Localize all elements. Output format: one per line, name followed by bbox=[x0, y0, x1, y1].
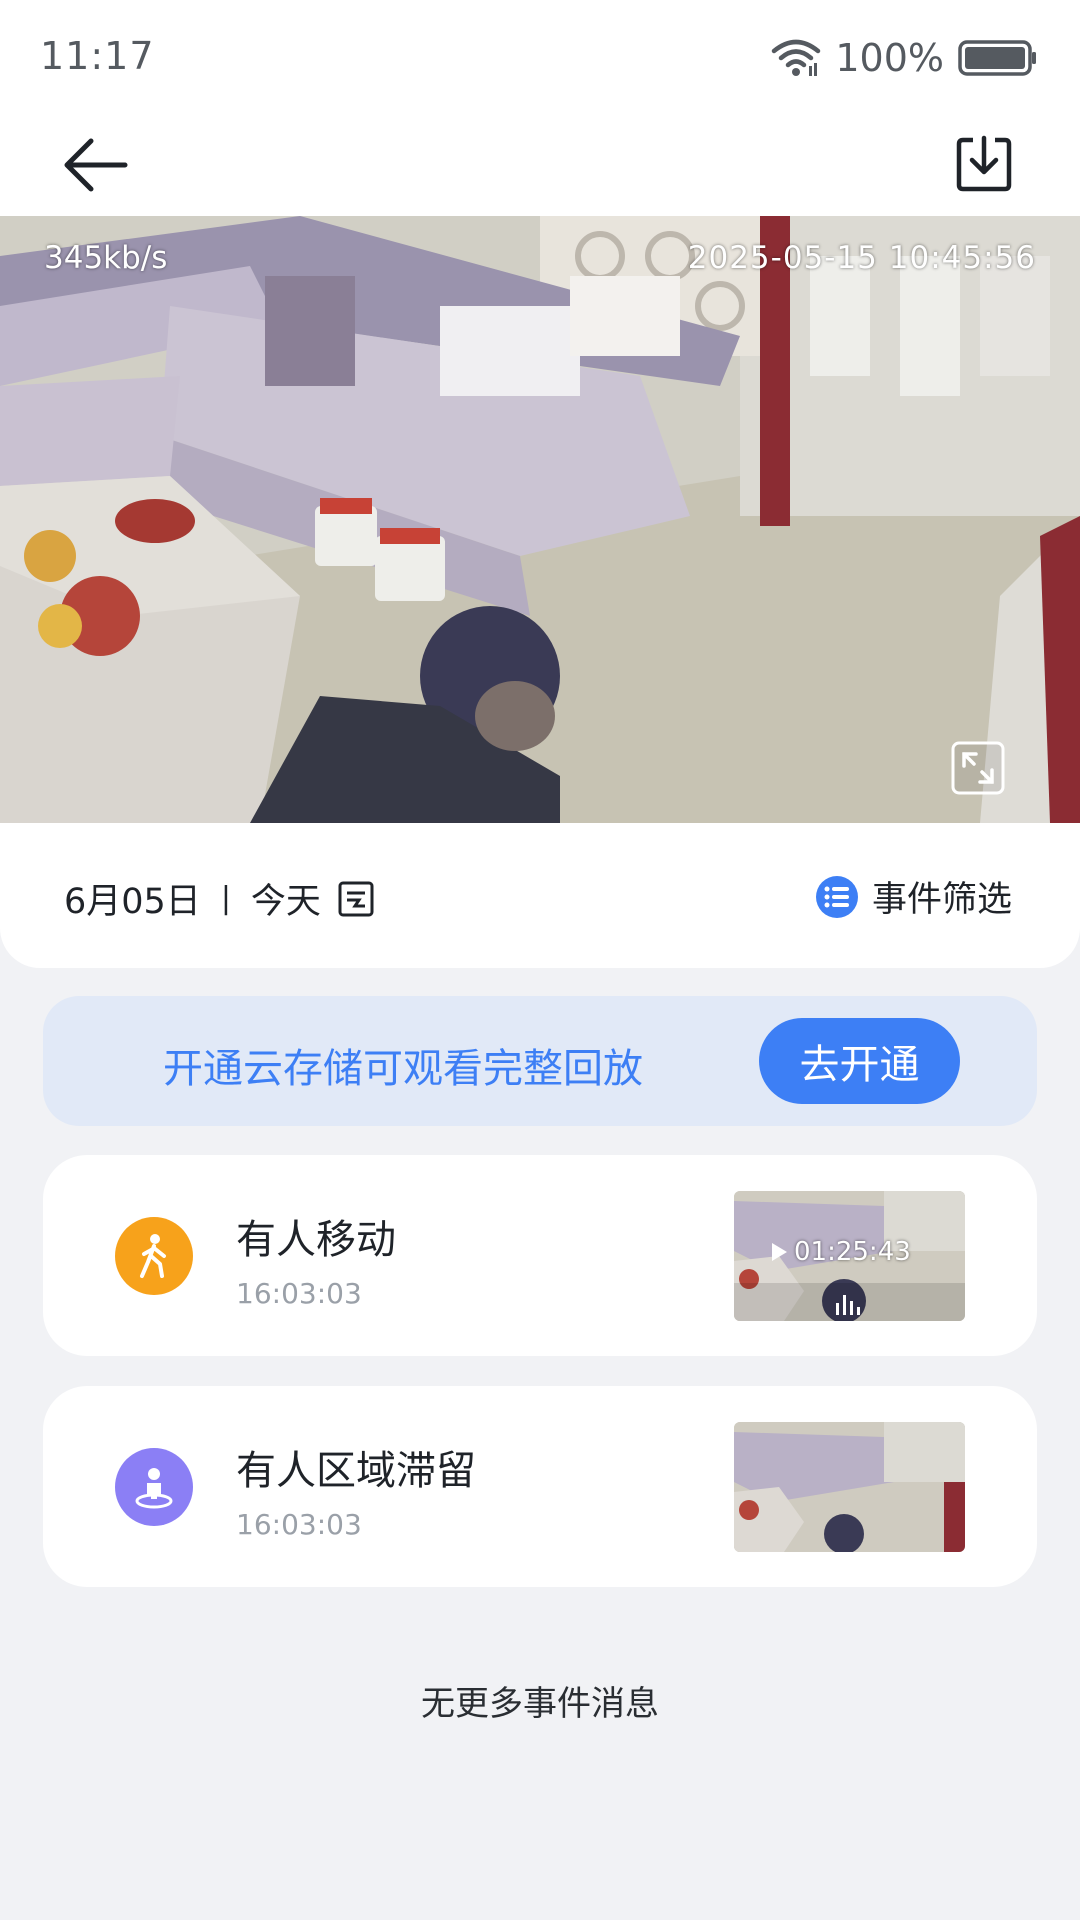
play-icon bbox=[772, 1243, 787, 1261]
event-card[interactable]: 有人移动 16:03:03 01:25:43 bbox=[43, 1155, 1037, 1356]
day-label: 今天 bbox=[250, 882, 321, 922]
wifi-icon bbox=[772, 39, 821, 76]
camera-scene-image bbox=[0, 216, 1080, 823]
event-card[interactable]: 有人区域滞留 16:03:03 bbox=[43, 1386, 1037, 1587]
event-thumbnail[interactable] bbox=[734, 1422, 965, 1552]
event-filter-button[interactable]: 事件筛选 bbox=[815, 871, 1012, 922]
status-bar: 11:17 100% bbox=[0, 0, 1080, 118]
date-label: 6月05日 bbox=[64, 882, 201, 922]
video-timestamp: 2025-05-15 10:45:56 bbox=[687, 240, 1036, 276]
event-thumbnail[interactable]: 01:25:43 bbox=[734, 1191, 965, 1321]
date-separator: | bbox=[220, 881, 231, 916]
list-filter-icon bbox=[815, 875, 858, 918]
date-bar: 6月05日 | 今天 事件筛选 bbox=[0, 823, 1080, 968]
walking-person-icon bbox=[115, 1217, 193, 1295]
live-video-player[interactable]: 345kb/s 2025-05-15 10:45:56 bbox=[0, 216, 1080, 823]
thumbnail-scene-image bbox=[734, 1422, 965, 1552]
event-title: 有人区域滞留 bbox=[236, 1448, 476, 1494]
date-selector[interactable]: 6月05日 | 今天 bbox=[64, 873, 375, 924]
back-arrow-icon bbox=[64, 138, 128, 192]
battery-percentage: 100% bbox=[835, 36, 944, 80]
event-time: 16:03:03 bbox=[236, 1508, 362, 1541]
event-filter-label: 事件筛选 bbox=[871, 880, 1012, 920]
audio-bars-icon bbox=[836, 1295, 860, 1315]
cloud-storage-message: 开通云存储可观看完整回放 bbox=[163, 1046, 643, 1092]
nav-bar bbox=[0, 118, 1080, 216]
cloud-storage-banner: 开通云存储可观看完整回放 去开通 bbox=[43, 996, 1037, 1126]
event-title: 有人移动 bbox=[236, 1217, 396, 1263]
event-time: 16:03:03 bbox=[236, 1277, 362, 1310]
download-button[interactable] bbox=[950, 130, 1018, 198]
activate-cloud-button[interactable]: 去开通 bbox=[759, 1018, 960, 1104]
person-in-zone-icon bbox=[115, 1448, 193, 1526]
battery-icon bbox=[958, 40, 1036, 76]
status-right: 100% bbox=[771, 36, 1038, 80]
no-more-events-text: 无更多事件消息 bbox=[421, 1684, 659, 1724]
thumbnail-duration: 01:25:43 bbox=[770, 1237, 911, 1267]
status-time: 11:17 bbox=[40, 34, 155, 78]
video-bitrate: 345kb/s bbox=[44, 240, 168, 276]
calendar-icon[interactable] bbox=[337, 880, 375, 918]
back-button[interactable] bbox=[58, 132, 132, 198]
thumbnail-duration-text: 01:25:43 bbox=[794, 1237, 911, 1267]
download-icon bbox=[956, 135, 1012, 192]
fullscreen-icon[interactable] bbox=[950, 740, 1006, 796]
